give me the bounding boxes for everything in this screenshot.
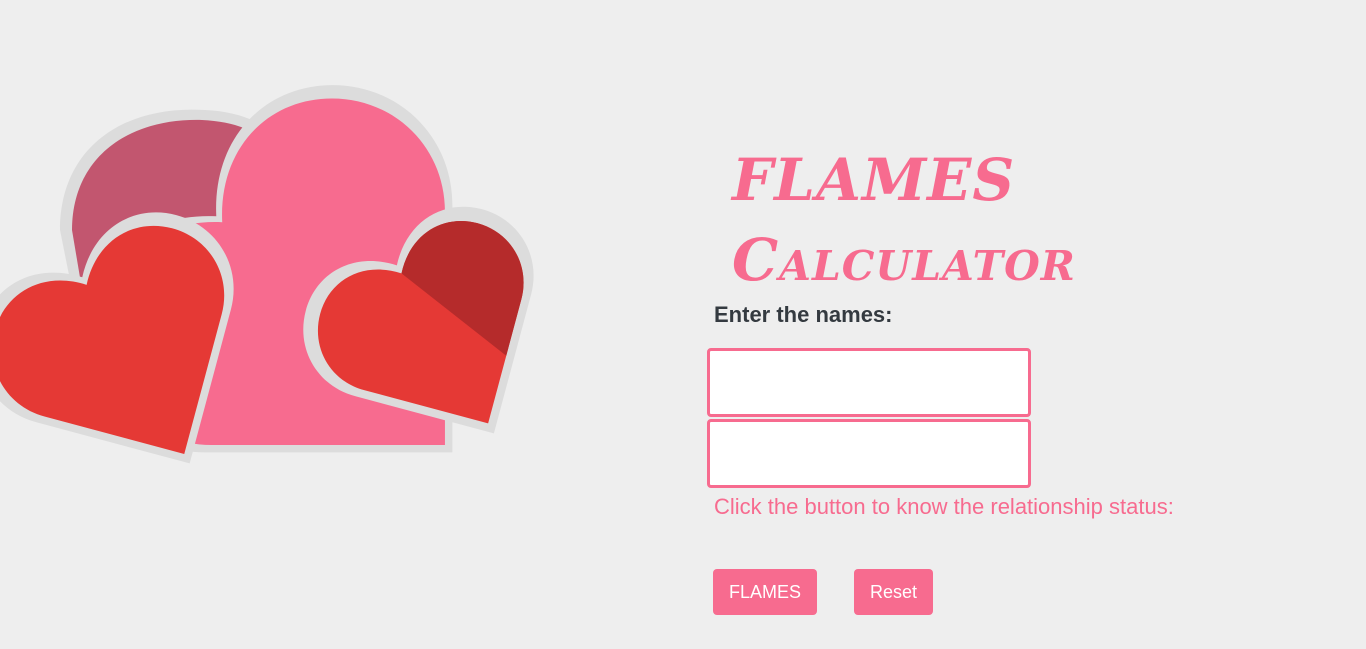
- reset-button[interactable]: Reset: [854, 569, 933, 615]
- hearts-illustration: [0, 85, 534, 464]
- page-title: FLAMES Calculator: [732, 140, 1076, 300]
- first-name-input[interactable]: [707, 348, 1031, 417]
- flames-button[interactable]: FLAMES: [713, 569, 817, 615]
- instruction-text: Click the button to know the relationshi…: [714, 494, 1174, 519]
- title-line-1: FLAMES: [732, 146, 1016, 214]
- title-line-2: Calculator: [732, 226, 1076, 294]
- flames-page: FLAMES Calculator Enter the names: Click…: [0, 0, 1366, 649]
- names-prompt: Enter the names:: [714, 302, 893, 327]
- second-name-input[interactable]: [707, 419, 1031, 488]
